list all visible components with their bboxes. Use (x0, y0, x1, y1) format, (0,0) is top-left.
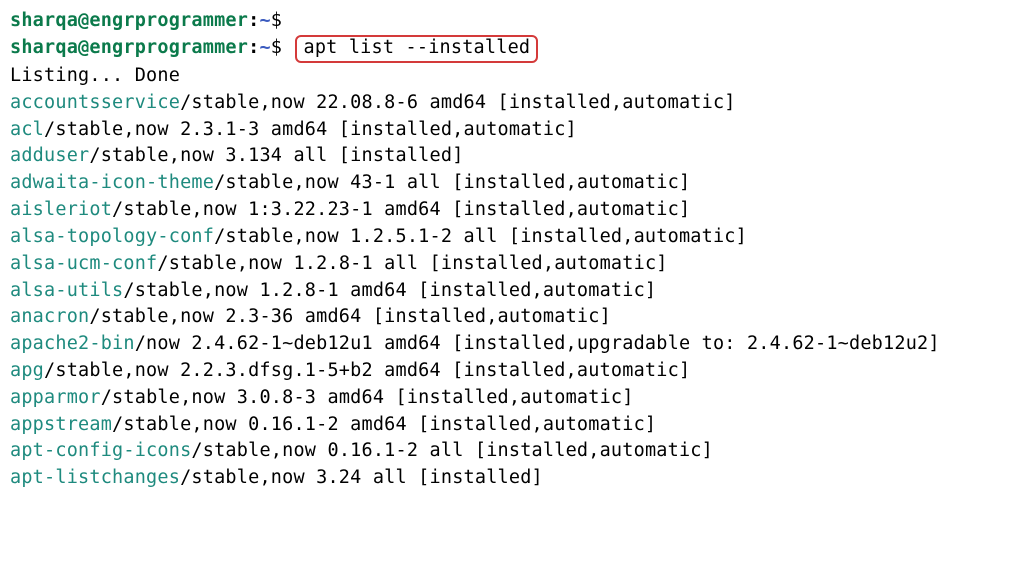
package-name: aisleriot (10, 199, 112, 220)
package-name: apt-listchanges (10, 467, 180, 488)
package-name: acl (10, 119, 44, 140)
package-name: apparmor (10, 387, 101, 408)
package-details: /stable,now 0.16.1-2 amd64 [installed,au… (112, 414, 656, 435)
package-details: /now 2.4.62-1~deb12u1 amd64 [installed,u… (135, 333, 940, 354)
package-line: accountsservice/stable,now 22.08.8-6 amd… (10, 90, 1014, 117)
prompt-user: sharqa@engrprogrammer (10, 10, 248, 31)
package-details: /stable,now 1.2.8-1 amd64 [installed,aut… (123, 280, 656, 301)
package-line: acl/stable,now 2.3.1-3 amd64 [installed,… (10, 117, 1014, 144)
command-highlight: apt list --installed (295, 35, 538, 63)
package-details: /stable,now 2.3-36 amd64 [installed,auto… (89, 306, 611, 327)
prompt-path: ~ (259, 37, 270, 58)
package-line: aisleriot/stable,now 1:3.22.23-1 amd64 [… (10, 197, 1014, 224)
package-name: alsa-ucm-conf (10, 253, 157, 274)
package-details: /stable,now 2.3.1-3 amd64 [installed,aut… (44, 119, 577, 140)
package-line: apparmor/stable,now 3.0.8-3 amd64 [insta… (10, 385, 1014, 412)
package-details: /stable,now 1.2.8-1 all [installed,autom… (157, 253, 667, 274)
package-name: apache2-bin (10, 333, 135, 354)
package-line: anacron/stable,now 2.3-36 amd64 [install… (10, 304, 1014, 331)
package-name: adwaita-icon-theme (10, 172, 214, 193)
prompt-line-empty: sharqa@engrprogrammer:~$ (10, 8, 1014, 35)
package-line: alsa-utils/stable,now 1.2.8-1 amd64 [ins… (10, 278, 1014, 305)
package-name: alsa-topology-conf (10, 226, 214, 247)
package-details: /stable,now 1.2.5.1-2 all [installed,aut… (214, 226, 747, 247)
package-details: /stable,now 3.24 all [installed] (180, 467, 543, 488)
package-name: adduser (10, 145, 89, 166)
package-details: /stable,now 0.16.1-2 all [installed,auto… (191, 440, 713, 461)
package-name: apg (10, 360, 44, 381)
package-details: /stable,now 43-1 all [installed,automati… (214, 172, 690, 193)
package-name: accountsservice (10, 92, 180, 113)
package-details: /stable,now 3.0.8-3 amd64 [installed,aut… (101, 387, 634, 408)
package-details: /stable,now 3.134 all [installed] (89, 145, 463, 166)
command-text: apt list --installed (303, 37, 530, 58)
package-details: /stable,now 2.2.3.dfsg.1-5+b2 amd64 [ins… (44, 360, 690, 381)
package-line: apt-config-icons/stable,now 0.16.1-2 all… (10, 438, 1014, 465)
listing-header: Listing... Done (10, 63, 1014, 90)
package-line: adduser/stable,now 3.134 all [installed] (10, 143, 1014, 170)
package-line: adwaita-icon-theme/stable,now 43-1 all [… (10, 170, 1014, 197)
prompt-dollar: $ (271, 37, 282, 58)
package-line: apg/stable,now 2.2.3.dfsg.1-5+b2 amd64 [… (10, 358, 1014, 385)
prompt-path: ~ (259, 10, 270, 31)
package-line: appstream/stable,now 0.16.1-2 amd64 [ins… (10, 412, 1014, 439)
package-name: apt-config-icons (10, 440, 191, 461)
prompt-colon: : (248, 10, 259, 31)
package-line: apache2-bin/now 2.4.62-1~deb12u1 amd64 [… (10, 331, 1014, 358)
package-details: /stable,now 1:3.22.23-1 amd64 [installed… (112, 199, 690, 220)
package-name: appstream (10, 414, 112, 435)
package-line: alsa-ucm-conf/stable,now 1.2.8-1 all [in… (10, 251, 1014, 278)
prompt-line-command: sharqa@engrprogrammer:~$ apt list --inst… (10, 35, 1014, 63)
package-details: /stable,now 22.08.8-6 amd64 [installed,a… (180, 92, 736, 113)
prompt-user: sharqa@engrprogrammer (10, 37, 248, 58)
package-line: alsa-topology-conf/stable,now 1.2.5.1-2 … (10, 224, 1014, 251)
package-name: alsa-utils (10, 280, 123, 301)
prompt-dollar: $ (271, 10, 282, 31)
terminal-output[interactable]: sharqa@engrprogrammer:~$sharqa@engrprogr… (10, 8, 1014, 492)
package-line: apt-listchanges/stable,now 3.24 all [ins… (10, 465, 1014, 492)
prompt-colon: : (248, 37, 259, 58)
package-name: anacron (10, 306, 89, 327)
